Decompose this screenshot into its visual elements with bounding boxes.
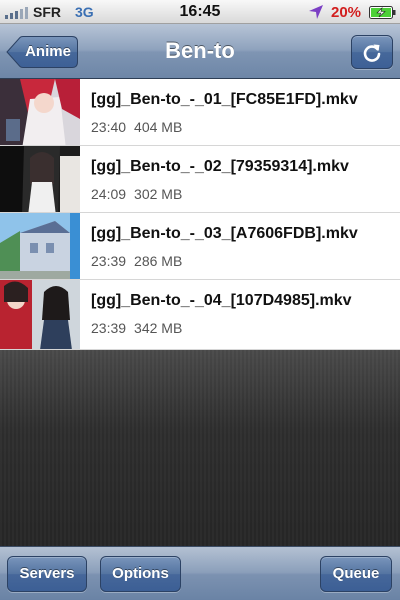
- episode-thumbnail: [0, 146, 80, 212]
- status-bar: SFR 3G 16:45 20%: [0, 0, 400, 24]
- file-duration: 23:40: [91, 119, 127, 135]
- bottom-toolbar: Servers Options Queue: [0, 546, 400, 600]
- navigation-bar: Anime Ben-to: [0, 24, 400, 79]
- episode-thumbnail: [0, 213, 80, 279]
- file-size: 342 MB: [134, 320, 183, 336]
- file-duration: 23:39: [91, 320, 127, 336]
- servers-button[interactable]: Servers: [7, 556, 87, 592]
- battery-percent: 20%: [331, 4, 362, 21]
- list-item[interactable]: [gg]_Ben-to_-_03_[A7606FDB].mkv 23:39 286…: [0, 213, 400, 280]
- location-arrow-icon: [309, 5, 323, 19]
- file-name: [gg]_Ben-to_-_04_[107D4985].mkv: [91, 292, 352, 309]
- episode-thumbnail: [0, 79, 80, 145]
- file-size: 404 MB: [134, 119, 183, 135]
- file-meta: 24:09 302 MB: [91, 186, 182, 202]
- refresh-icon: [363, 44, 381, 62]
- list-background: [0, 350, 400, 546]
- file-size: 302 MB: [134, 186, 183, 202]
- file-meta: 23:40 404 MB: [91, 119, 182, 135]
- app-screen: SFR 3G 16:45 20% Anime Ben-to [gg]_Ben-t…: [0, 0, 400, 600]
- episode-list: [gg]_Ben-to_-_01_[FC85E1FD].mkv 23:40 404…: [0, 79, 400, 350]
- options-button[interactable]: Options: [100, 556, 181, 592]
- queue-button[interactable]: Queue: [320, 556, 392, 592]
- file-meta: 23:39 286 MB: [91, 253, 182, 269]
- back-button-label: Anime: [25, 43, 71, 60]
- file-name: [gg]_Ben-to_-_02_[79359314].mkv: [91, 158, 349, 175]
- list-item[interactable]: [gg]_Ben-to_-_04_[107D4985].mkv 23:39 342…: [0, 280, 400, 350]
- file-name: [gg]_Ben-to_-_03_[A7606FDB].mkv: [91, 225, 358, 242]
- list-item[interactable]: [gg]_Ben-to_-_02_[79359314].mkv 24:09 302…: [0, 146, 400, 213]
- list-item[interactable]: [gg]_Ben-to_-_01_[FC85E1FD].mkv 23:40 404…: [0, 79, 400, 146]
- file-name: [gg]_Ben-to_-_01_[FC85E1FD].mkv: [91, 91, 358, 108]
- file-duration: 24:09: [91, 186, 127, 202]
- battery-charging-icon: [369, 6, 396, 19]
- page-title: Ben-to: [165, 38, 235, 63]
- episode-thumbnail: [0, 280, 80, 349]
- back-button[interactable]: Anime: [6, 36, 78, 68]
- file-size: 286 MB: [134, 253, 183, 269]
- file-meta: 23:39 342 MB: [91, 320, 182, 336]
- refresh-button[interactable]: [351, 35, 393, 69]
- file-duration: 23:39: [91, 253, 127, 269]
